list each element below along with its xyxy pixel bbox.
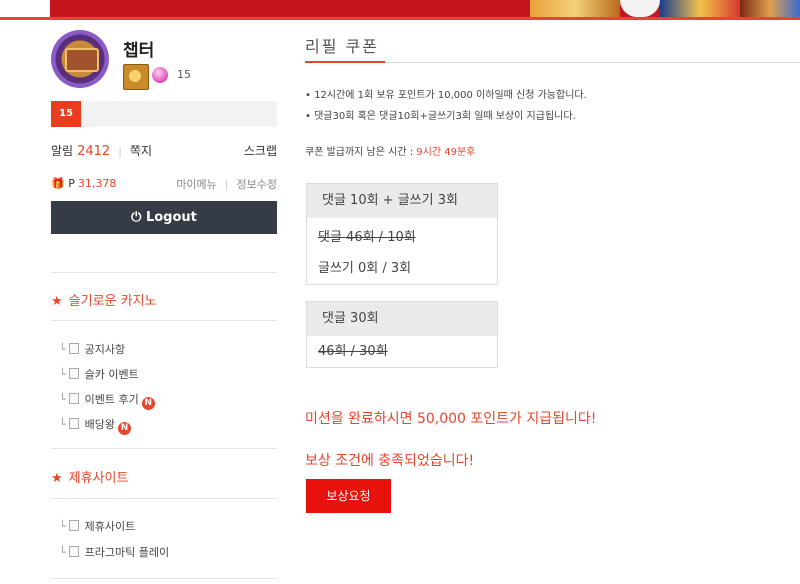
condition-box-comments: 댓글 30회 46회 / 30회 — [306, 301, 498, 368]
complete-message: 보상 조건에 충족되었습니다! — [305, 453, 475, 469]
book-icon — [65, 48, 99, 72]
document-icon — [68, 520, 79, 531]
reward-request-button[interactable]: 보상요청 — [306, 479, 391, 513]
scrap-link[interactable]: 스크랩 — [244, 142, 277, 159]
menu-item-label: 프라그마틱 플레이 — [84, 546, 170, 559]
menu-item-dividend-king[interactable]: └ 배당왕 N — [59, 416, 131, 435]
tree-branch-icon: └ — [59, 368, 66, 381]
level-progress-fill: 15 — [51, 101, 81, 127]
logout-button[interactable]: ⏻ Logout — [51, 201, 277, 234]
top-banner — [50, 0, 800, 17]
document-icon — [68, 393, 79, 404]
alarm-link[interactable]: 알림 — [51, 144, 73, 158]
tree-branch-icon: └ — [59, 343, 66, 356]
divider — [51, 448, 277, 449]
menu-item-pragmatic[interactable]: └ 프라그마틱 플레이 — [59, 544, 169, 560]
banner-art — [620, 0, 660, 17]
menu-item-label: 배당왕 — [84, 418, 115, 431]
point-value: 31,378 — [77, 177, 117, 190]
divider — [51, 578, 277, 579]
header-divider — [0, 17, 800, 20]
divider: | — [224, 178, 229, 191]
divider — [51, 320, 277, 321]
timer-label: 쿠폰 발급까지 남은 시간 : — [305, 147, 414, 158]
point-display: 🎁 P 31,378 — [51, 177, 116, 190]
menu-item-label: 공지사항 — [84, 343, 126, 356]
message-link[interactable]: 쪽지 — [130, 144, 152, 158]
document-icon — [68, 368, 79, 379]
point-label: P — [68, 177, 75, 190]
tree-branch-icon: └ — [59, 520, 66, 533]
menu-item-label: 슬카 이벤트 — [84, 368, 139, 381]
menu-item-notice[interactable]: └ 공지사항 — [59, 341, 125, 357]
tree-branch-icon: └ — [59, 393, 66, 406]
divider — [51, 498, 277, 499]
power-icon: ⏻ — [131, 210, 142, 225]
document-icon — [68, 343, 79, 354]
document-icon — [68, 546, 79, 557]
divider — [51, 272, 277, 273]
category-partner[interactable]: ★ 제휴사이트 — [51, 467, 128, 486]
category-title: 제휴사이트 — [68, 471, 129, 486]
condition-row-comments: 46회 / 30회 — [318, 344, 388, 359]
condition-row-comments: 댓글 46회 / 10회 — [318, 230, 416, 245]
category-casino[interactable]: ★ 슬기로운 카지노 — [51, 290, 157, 309]
edit-info-link[interactable]: 정보수정 — [237, 178, 277, 191]
menu-item-label: 제휴사이트 — [84, 520, 136, 533]
menu-item-label: 이벤트 후기 — [84, 393, 139, 406]
condition-row-posts: 글쓰기 0회 / 3회 — [318, 261, 412, 276]
divider: | — [118, 145, 122, 158]
star-icon: ★ — [51, 471, 63, 486]
condition-box-comment-post: 댓글 10회 + 글쓰기 3회 댓글 46회 / 10회 글쓰기 0회 / 3회 — [306, 183, 498, 285]
condition-header: 댓글 30회 — [307, 302, 497, 336]
mission-message: 미션을 완료하시면 50,000 포인트가 지급됩니다! — [305, 411, 597, 427]
timer-value: 9시간 49분후 — [416, 147, 476, 158]
banner-art — [660, 0, 740, 17]
logout-label: Logout — [145, 210, 197, 225]
level-icon — [123, 64, 149, 90]
level-progress-bar: 15 — [51, 101, 277, 127]
tree-branch-icon: └ — [59, 418, 66, 431]
account-links: 마이메뉴 | 정보수정 — [176, 176, 277, 192]
star-icon: ★ — [51, 294, 63, 309]
coupon-timer: 쿠폰 발급까지 남은 시간 : 9시간 49분후 — [305, 143, 475, 158]
menu-item-partner-site[interactable]: └ 제휴사이트 — [59, 518, 135, 534]
mymenu-link[interactable]: 마이메뉴 — [176, 178, 216, 191]
alarm-row: 알림 2412 | 쪽지 — [51, 142, 152, 159]
level-number: 15 — [177, 68, 191, 81]
banner-art — [530, 0, 620, 17]
notice-line: • 댓글30회 혹은 댓글10회+글쓰기3회 일때 보상이 지급됩니다. — [305, 111, 576, 122]
document-icon — [68, 418, 79, 429]
page-title: 리필 쿠폰 — [305, 37, 379, 56]
tree-branch-icon: └ — [59, 546, 66, 559]
category-title: 슬기로운 카지노 — [68, 294, 157, 309]
menu-item-event-review[interactable]: └ 이벤트 후기 N — [59, 391, 155, 410]
condition-header: 댓글 10회 + 글쓰기 3회 — [307, 184, 497, 218]
notice-line: • 12시간에 1회 보유 포인트가 10,000 이하일때 신청 가능합니다. — [305, 90, 587, 101]
username: 챕터 — [123, 41, 155, 61]
new-badge: N — [118, 422, 131, 435]
gem-icon — [152, 67, 168, 83]
menu-item-event[interactable]: └ 슬카 이벤트 — [59, 366, 139, 382]
title-underline — [305, 61, 385, 63]
avatar[interactable] — [51, 30, 109, 88]
banner-art — [740, 0, 800, 17]
alarm-count[interactable]: 2412 — [77, 144, 110, 159]
new-badge: N — [141, 397, 155, 410]
gift-icon: 🎁 — [51, 177, 65, 190]
